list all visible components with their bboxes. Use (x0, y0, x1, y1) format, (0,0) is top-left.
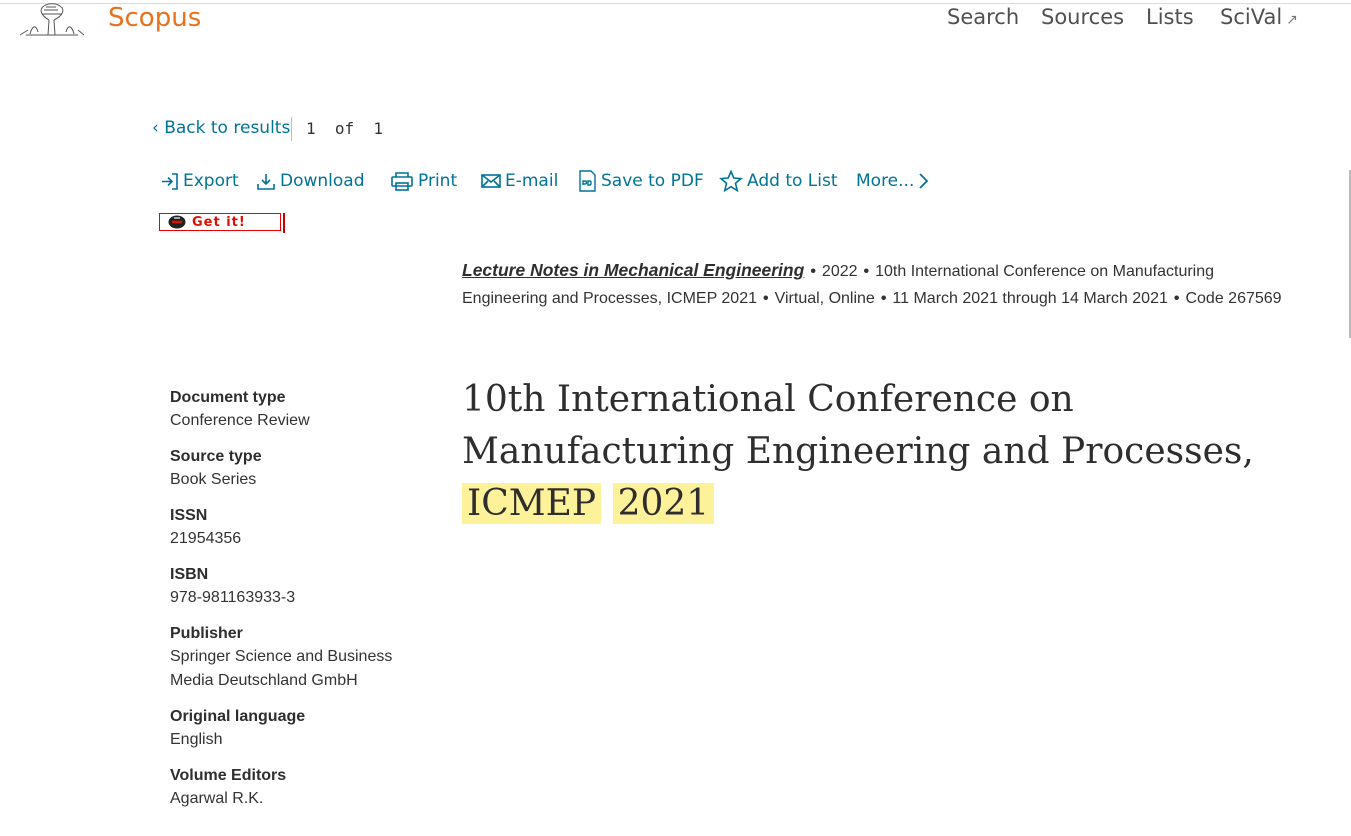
add-to-list-button[interactable]: Add to List (719, 168, 838, 194)
publication-year: 2022 (821, 263, 858, 280)
detail-value: 978-981163933-3 (170, 589, 296, 606)
separator-dot: • (1173, 289, 1180, 307)
detail-volume-editors: Volume Editors Agarwal R.K. (170, 764, 430, 811)
detail-value: Springer Science and Business Media Deut… (170, 648, 393, 689)
detail-publisher: Publisher Springer Science and Business … (170, 622, 430, 693)
detail-label: ISSN (170, 507, 208, 524)
save-to-pdf-label: Save to PDF (601, 171, 704, 191)
pdf-icon (579, 170, 596, 192)
detail-value: English (170, 731, 223, 748)
detail-label: Original language (170, 708, 306, 725)
detail-label: Volume Editors (170, 767, 287, 784)
download-button[interactable]: Download (256, 168, 365, 194)
save-to-pdf-button[interactable]: Save to PDF (578, 168, 704, 194)
more-button[interactable]: More... (856, 168, 933, 194)
email-label: E-mail (505, 171, 559, 191)
get-it-icon (168, 215, 186, 229)
detail-label: ISBN (170, 566, 209, 583)
conference-code: Code 267569 (1185, 289, 1282, 307)
external-link-icon: ↗ (1286, 12, 1298, 28)
detail-issn: ISSN 21954356 (170, 504, 430, 551)
source-title-link[interactable]: Lecture Notes in Mechanical Engineering (462, 260, 804, 280)
envelope-icon (481, 174, 501, 188)
nav-lists[interactable]: Lists (1146, 2, 1194, 32)
brand-logo-text[interactable]: Scopus (108, 3, 201, 33)
detail-label: Publisher (170, 625, 243, 642)
star-icon (719, 170, 743, 192)
chevron-right-icon (919, 173, 929, 189)
conference-location: Virtual, Online (774, 289, 875, 307)
document-details: Document type Conference Review Source t… (170, 386, 430, 823)
detail-label: Document type (170, 389, 286, 406)
detail-label: Source type (170, 448, 262, 465)
printer-icon (391, 172, 413, 191)
get-it-button[interactable]: Get it! (159, 213, 281, 231)
print-button[interactable]: Print (390, 168, 457, 194)
detail-value: Agarwal R.K. (170, 790, 264, 807)
print-label: Print (418, 171, 458, 191)
elsevier-logo[interactable] (18, 2, 86, 36)
chevron-left-icon: ‹ (152, 118, 159, 138)
detail-value: Conference Review (170, 412, 310, 429)
document-title-text: 10th International Conference on Manufac… (462, 379, 1254, 472)
highlight-term: 2021 (612, 483, 715, 524)
more-label: More... (856, 171, 915, 191)
get-it-label: Get it! (192, 214, 246, 230)
separator-dot: • (880, 289, 887, 307)
document-title: 10th International Conference on Manufac… (462, 374, 1322, 530)
nav-scival-label: SciVal (1220, 5, 1283, 29)
detail-original-language: Original language English (170, 705, 430, 752)
separator-dot: • (863, 263, 870, 280)
conference-dates: 11 March 2021 through 14 March 2021 (892, 289, 1168, 307)
export-icon (162, 172, 178, 190)
separator-dot: • (810, 263, 816, 280)
export-button[interactable]: Export (160, 168, 239, 194)
detail-source-type: Source type Book Series (170, 445, 430, 492)
detail-value: 21954356 (170, 530, 242, 547)
get-it-marker (283, 213, 285, 233)
add-to-list-label: Add to List (747, 171, 838, 191)
back-to-results-link[interactable]: ‹ Back to results (152, 116, 290, 140)
source-metadata: Lecture Notes in Mechanical Engineering •… (462, 257, 1292, 312)
nav-search[interactable]: Search (947, 2, 1019, 32)
nav-sources[interactable]: Sources (1041, 2, 1124, 32)
download-label: Download (280, 171, 365, 191)
download-icon (257, 173, 275, 190)
detail-value: Book Series (170, 471, 257, 488)
export-label: Export (183, 171, 239, 191)
result-pager: 1 of 1 (306, 119, 384, 138)
divider (291, 117, 292, 141)
detail-document-type: Document type Conference Review (170, 386, 430, 433)
nav-scival[interactable]: SciVal ↗ (1220, 2, 1298, 35)
back-to-results-label: Back to results (164, 118, 291, 138)
detail-isbn: ISBN 978-981163933-3 (170, 563, 430, 610)
highlight-term: ICMEP (462, 483, 602, 524)
separator-dot: • (763, 289, 769, 307)
email-button[interactable]: E-mail (481, 168, 558, 194)
